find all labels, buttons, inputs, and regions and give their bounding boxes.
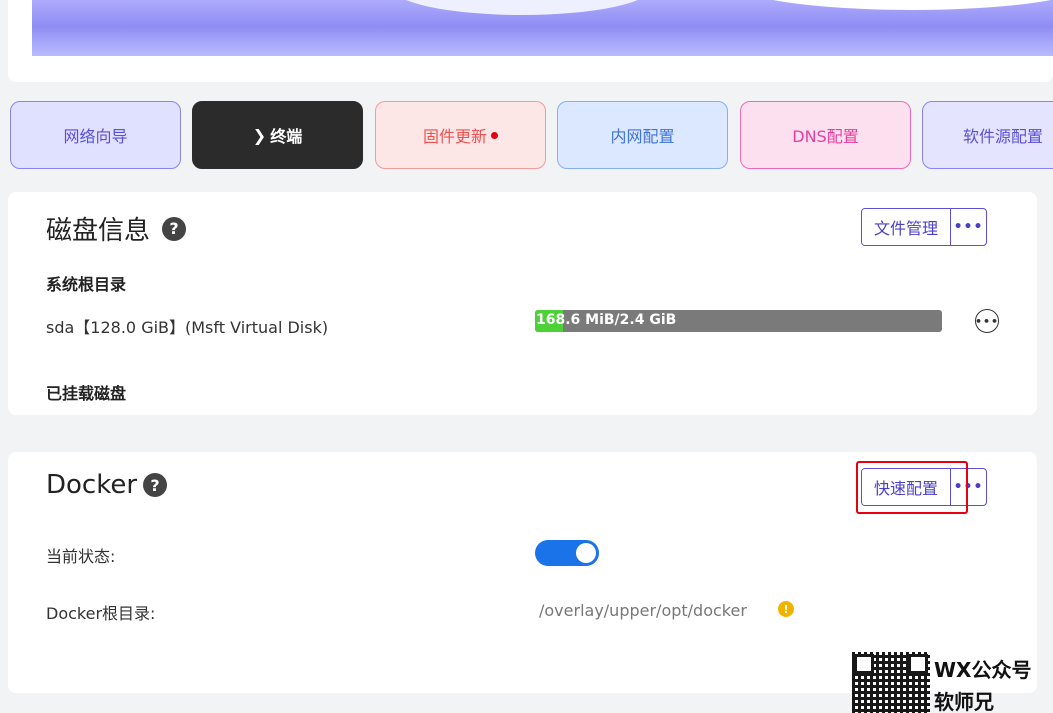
- lan-config-label: 内网配置: [610, 127, 675, 146]
- banner-image: [32, 0, 1053, 56]
- disk-info-card: 磁盘信息 ? 文件管理 ••• 系统根目录 sda【128.0 GiB】(Msf…: [8, 192, 1037, 415]
- help-icon[interactable]: ?: [143, 473, 168, 497]
- docker-status-label: 当前状态:: [46, 547, 116, 566]
- docker-title-text: Docker: [46, 470, 138, 500]
- terminal-label: 终端: [270, 127, 303, 146]
- dns-config-label: DNS配置: [792, 127, 859, 146]
- network-wizard-label: 网络向导: [63, 127, 128, 146]
- help-icon[interactable]: ?: [162, 216, 187, 241]
- qr-code-icon: [852, 652, 930, 713]
- dns-config-button[interactable]: DNS配置: [740, 101, 911, 169]
- file-manage-button-group: 文件管理 •••: [861, 208, 988, 246]
- watermark-line2: 软师兄: [934, 690, 994, 713]
- top-banner-card: [8, 0, 1053, 82]
- mounted-disks-label: 已挂载磁盘: [46, 384, 127, 403]
- docker-status-toggle[interactable]: [535, 540, 599, 566]
- file-manage-label: 文件管理: [874, 219, 939, 238]
- more-options-icon[interactable]: •••: [950, 209, 986, 245]
- firmware-update-label: 固件更新: [422, 127, 487, 146]
- file-manage-button[interactable]: 文件管理: [862, 209, 951, 245]
- disk-title-text: 磁盘信息: [46, 216, 151, 246]
- firmware-update-button[interactable]: 固件更新: [375, 101, 546, 169]
- disk-card-title: 磁盘信息 ?: [46, 210, 187, 247]
- disk-usage-text: 168.6 MiB/2.4 GiB: [536, 312, 677, 328]
- terminal-button[interactable]: ❯ 终端: [192, 101, 363, 169]
- docker-root-dir-label: Docker根目录:: [46, 604, 156, 623]
- network-wizard-button[interactable]: 网络向导: [10, 101, 181, 169]
- notification-dot-icon: [491, 131, 498, 139]
- docker-card-title: Docker ?: [46, 470, 168, 500]
- disk-name: sda【128.0 GiB】(Msft Virtual Disk): [46, 318, 329, 337]
- disk-more-icon[interactable]: •••: [975, 309, 999, 333]
- system-root-label: 系统根目录: [46, 275, 127, 294]
- watermark: WX公众号 软师兄: [852, 652, 1053, 713]
- toggle-knob: [576, 543, 596, 563]
- chevron-right-icon: ❯: [252, 125, 267, 145]
- software-source-button[interactable]: 软件源配置: [922, 101, 1053, 169]
- lan-config-button[interactable]: 内网配置: [557, 101, 728, 169]
- disk-usage-bar: 168.6 MiB/2.4 GiB: [535, 310, 942, 332]
- docker-root-dir-value: /overlay/upper/opt/docker: [539, 601, 747, 620]
- warning-icon[interactable]: !: [778, 601, 794, 617]
- watermark-line1: WX公众号: [934, 658, 1032, 682]
- software-source-label: 软件源配置: [963, 127, 1044, 146]
- highlight-box: [856, 461, 968, 514]
